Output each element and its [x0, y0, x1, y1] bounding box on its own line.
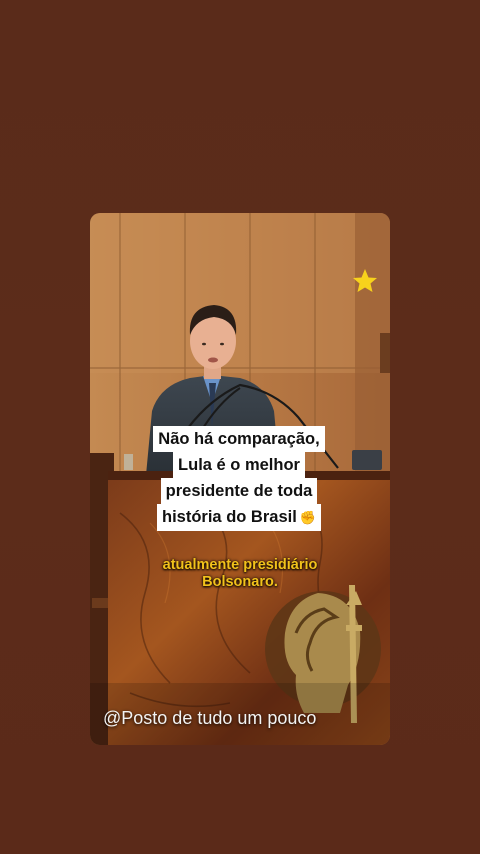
- star-icon: [353, 269, 377, 292]
- caption-line-2: Lula é o melhor: [173, 452, 305, 478]
- caption-line-1: Não há comparação,: [153, 426, 325, 452]
- video-subtitle: atualmente presidiário Bolsonaro.: [90, 557, 390, 591]
- caption-line-3: presidente de toda: [160, 478, 318, 504]
- caption-line-4: história do Brasil ✊: [157, 504, 321, 531]
- caption-box: Não há comparação, Lula é o melhor presi…: [148, 426, 330, 531]
- caption-line-4-text: história do Brasil: [162, 508, 297, 526]
- watermark: @Posto de tudo um pouco: [103, 708, 317, 728]
- subtitle-line-2: Bolsonaro.: [202, 574, 278, 590]
- raised-fist-emoji: ✊: [299, 510, 316, 525]
- subtitle-line-1: atualmente presidiário: [162, 557, 318, 573]
- story-card[interactable]: Não há comparação, Lula é o melhor presi…: [90, 213, 390, 745]
